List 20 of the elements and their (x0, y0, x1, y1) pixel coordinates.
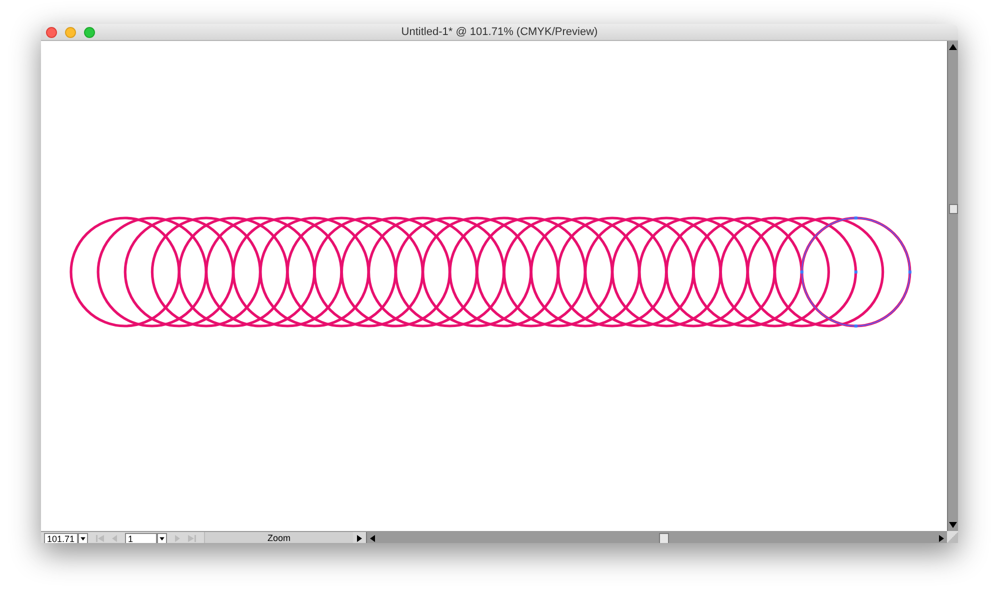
resize-grip[interactable] (947, 531, 958, 543)
minimize-button[interactable] (65, 26, 76, 38)
dropdown-icon[interactable] (157, 532, 167, 543)
close-button[interactable] (46, 26, 57, 38)
zoom-field[interactable]: 101.71 (44, 532, 78, 543)
vertical-scrollbar[interactable] (947, 41, 958, 531)
window-title: Untitled-1* @ 101.71% (CMYK/Preview) (401, 26, 598, 38)
page-field[interactable]: 1 (125, 532, 157, 543)
scroll-up-icon[interactable] (949, 44, 957, 50)
status-menu[interactable]: Zoom (204, 532, 353, 543)
scroll-left-icon[interactable] (370, 534, 375, 542)
zoom-button[interactable] (84, 26, 95, 38)
selected-circle[interactable] (800, 216, 912, 328)
scroll-right-icon[interactable] (939, 534, 944, 542)
horizontal-scrollbar[interactable] (366, 532, 947, 543)
dropdown-icon[interactable] (78, 532, 88, 543)
scroll-thumb[interactable] (948, 204, 958, 214)
status-menu-arrow-icon[interactable] (357, 534, 362, 542)
scroll-thumb[interactable] (659, 532, 669, 543)
scroll-down-icon[interactable] (949, 522, 957, 528)
